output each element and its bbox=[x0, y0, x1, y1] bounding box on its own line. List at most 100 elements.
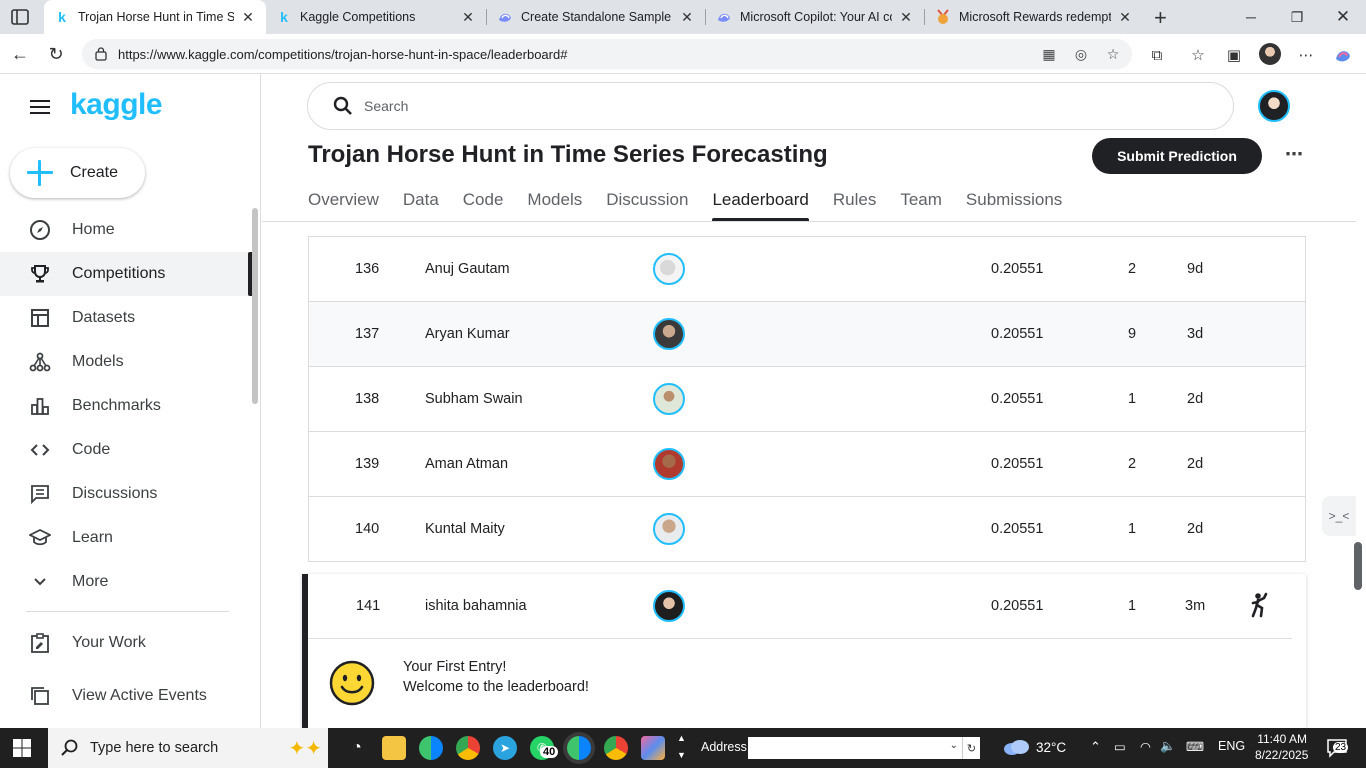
language-indicator[interactable]: ENG bbox=[1218, 739, 1245, 753]
copilot-app-icon[interactable] bbox=[641, 736, 665, 760]
table-row[interactable]: 139 Aman Atman 0.20551 2 2d bbox=[309, 431, 1305, 496]
chrome-icon[interactable] bbox=[456, 736, 480, 760]
url-field[interactable]: https://www.kaggle.com/competitions/troj… bbox=[82, 39, 1132, 69]
table-row[interactable]: 136 Anuj Gautam 0.20551 2 9d bbox=[309, 236, 1305, 301]
more-options-icon[interactable]: ⋯ bbox=[1282, 142, 1306, 166]
table-row[interactable]: 140 Kuntal Maity 0.20551 1 2d bbox=[309, 496, 1305, 561]
collections-icon[interactable]: ▣ bbox=[1224, 45, 1244, 65]
telegram-icon[interactable]: ➤ bbox=[493, 736, 517, 760]
sidebar-item-more[interactable]: More bbox=[0, 560, 252, 604]
table-row[interactable]: 137 Aryan Kumar 0.20551 9 3d bbox=[309, 301, 1305, 366]
sidebar-item-models[interactable]: Models bbox=[0, 340, 252, 384]
notification-count-badge: 23 bbox=[1333, 742, 1349, 753]
back-button[interactable]: ← bbox=[8, 42, 32, 66]
tab-overview[interactable]: Overview bbox=[308, 178, 379, 222]
close-tab-icon[interactable]: ✕ bbox=[1117, 9, 1133, 26]
tab-models[interactable]: Models bbox=[527, 178, 582, 222]
clock[interactable]: 11:40 AM 8/22/2025 bbox=[1255, 731, 1308, 763]
tab-rules[interactable]: Rules bbox=[833, 178, 876, 222]
keyboard-icon[interactable]: ⌨ bbox=[1186, 739, 1204, 754]
avatar[interactable] bbox=[653, 513, 685, 545]
tracking-prevention-icon[interactable]: ◎ bbox=[1072, 45, 1090, 63]
tab-discussion[interactable]: Discussion bbox=[606, 178, 688, 222]
kaggle-logo[interactable]: kaggle bbox=[70, 88, 163, 122]
sidebar-item-discussions[interactable]: Discussions bbox=[0, 472, 252, 516]
network-icon[interactable]: ◠ bbox=[1140, 739, 1151, 754]
site-info-icon[interactable] bbox=[94, 47, 108, 61]
copilot-icon[interactable] bbox=[1333, 45, 1353, 65]
settings-more-icon[interactable]: ⋯ bbox=[1296, 45, 1316, 65]
sidebar-item-code[interactable]: Code bbox=[0, 428, 252, 472]
show-hidden-icons-icon[interactable]: ⌃ bbox=[1090, 739, 1101, 755]
refresh-button[interactable]: ↻ bbox=[44, 42, 68, 66]
browser-tab[interactable]: Microsoft Copilot: Your AI cor ✕ bbox=[706, 0, 924, 34]
browser-tab[interactable]: k Kaggle Competitions ✕ bbox=[266, 0, 486, 34]
page-scrollbar[interactable] bbox=[1354, 542, 1362, 590]
sidebar-collapse-icon[interactable]: >_< bbox=[1322, 496, 1356, 536]
avatar[interactable] bbox=[653, 318, 685, 350]
menu-icon[interactable] bbox=[30, 100, 50, 114]
user-avatar[interactable] bbox=[1258, 90, 1290, 122]
volume-muted-icon[interactable]: 🔈 bbox=[1160, 739, 1176, 754]
sidebar-item-learn[interactable]: Learn bbox=[0, 516, 252, 560]
address-go-icon[interactable]: ↻ bbox=[962, 737, 980, 759]
submit-prediction-button[interactable]: Submit Prediction bbox=[1092, 138, 1262, 174]
create-button[interactable]: Create bbox=[10, 148, 145, 198]
team-name-cell[interactable]: Aryan Kumar bbox=[425, 326, 510, 342]
tab-code[interactable]: Code bbox=[463, 178, 504, 222]
favorite-star-icon[interactable]: ☆ bbox=[1104, 45, 1122, 63]
close-window-button[interactable]: ✕ bbox=[1320, 0, 1366, 34]
tab-submissions[interactable]: Submissions bbox=[966, 178, 1062, 222]
scroll-arrows-icon[interactable]: ▲ ▼ bbox=[677, 730, 686, 764]
edge-active-icon[interactable] bbox=[567, 736, 591, 760]
tab-team[interactable]: Team bbox=[900, 178, 942, 222]
avatar[interactable] bbox=[653, 590, 685, 622]
sidebar-item-home[interactable]: Home bbox=[0, 208, 252, 252]
sidebar-item-your-work[interactable]: Your Work bbox=[0, 621, 252, 665]
table-row[interactable]: 138 Subham Swain 0.20551 1 2d bbox=[309, 366, 1305, 431]
sidebar-item-datasets[interactable]: Datasets bbox=[0, 296, 252, 340]
tab-leaderboard[interactable]: Leaderboard bbox=[712, 178, 810, 222]
weather-widget[interactable]: 32°C bbox=[1002, 738, 1066, 756]
close-tab-icon[interactable]: ✕ bbox=[460, 9, 476, 26]
tab-actions-icon[interactable] bbox=[10, 7, 30, 27]
team-name-cell[interactable]: Aman Atman bbox=[425, 456, 508, 472]
chevron-down-icon[interactable]: ⌄ bbox=[950, 740, 958, 751]
file-explorer-icon[interactable] bbox=[382, 736, 406, 760]
browser-tab[interactable]: Create Standalone Sample Sub ✕ bbox=[487, 0, 705, 34]
sidebar-item-view-active-events[interactable]: View Active Events bbox=[0, 674, 252, 718]
close-tab-icon[interactable]: ✕ bbox=[679, 9, 695, 26]
edge-icon[interactable] bbox=[419, 736, 443, 760]
restore-button[interactable]: ❐ bbox=[1274, 0, 1320, 34]
avatar[interactable] bbox=[653, 448, 685, 480]
profile-avatar[interactable] bbox=[1259, 43, 1281, 65]
search-input[interactable]: Search bbox=[307, 82, 1234, 130]
tab-data[interactable]: Data bbox=[403, 178, 439, 222]
sidebar-scrollbar[interactable] bbox=[252, 208, 258, 404]
favorites-icon[interactable]: ☆ bbox=[1188, 45, 1208, 65]
my-entry-row[interactable]: 141 ishita bahamnia 0.20551 1 3m bbox=[308, 574, 1306, 638]
chrome-profile-icon[interactable] bbox=[604, 736, 628, 760]
app-available-icon[interactable]: ▦ bbox=[1040, 45, 1058, 63]
avatar[interactable] bbox=[653, 383, 685, 415]
extensions-icon[interactable]: ⧉ bbox=[1147, 45, 1167, 65]
close-tab-icon[interactable]: ✕ bbox=[898, 9, 914, 26]
team-name-cell[interactable]: Kuntal Maity bbox=[425, 521, 505, 537]
avatar[interactable] bbox=[653, 253, 685, 285]
entries-cell: 9 bbox=[1127, 326, 1137, 342]
team-name-cell[interactable]: ishita bahamnia bbox=[425, 598, 527, 614]
address-toolbar-input[interactable]: ⌄ bbox=[748, 737, 962, 759]
sidebar-item-competitions[interactable]: Competitions bbox=[0, 252, 252, 296]
taskbar-search[interactable]: Type here to search ✦✦ bbox=[48, 728, 328, 768]
browser-tab[interactable]: Microsoft Rewards redemption ✕ bbox=[925, 0, 1143, 34]
windows-start-icon[interactable] bbox=[12, 738, 32, 758]
close-tab-icon[interactable]: ✕ bbox=[240, 9, 256, 26]
speedometer-app-icon[interactable]: ◔ bbox=[345, 736, 369, 760]
new-tab-button[interactable]: + bbox=[1154, 5, 1167, 31]
meet-now-icon[interactable]: ▭ bbox=[1114, 739, 1126, 754]
team-name-cell[interactable]: Subham Swain bbox=[425, 391, 523, 407]
minimize-button[interactable]: ─ bbox=[1228, 0, 1274, 34]
browser-tab-active[interactable]: k Trojan Horse Hunt in Time Ser ✕ bbox=[44, 0, 266, 34]
sidebar-item-benchmarks[interactable]: Benchmarks bbox=[0, 384, 252, 428]
team-name-cell[interactable]: Anuj Gautam bbox=[425, 261, 510, 277]
